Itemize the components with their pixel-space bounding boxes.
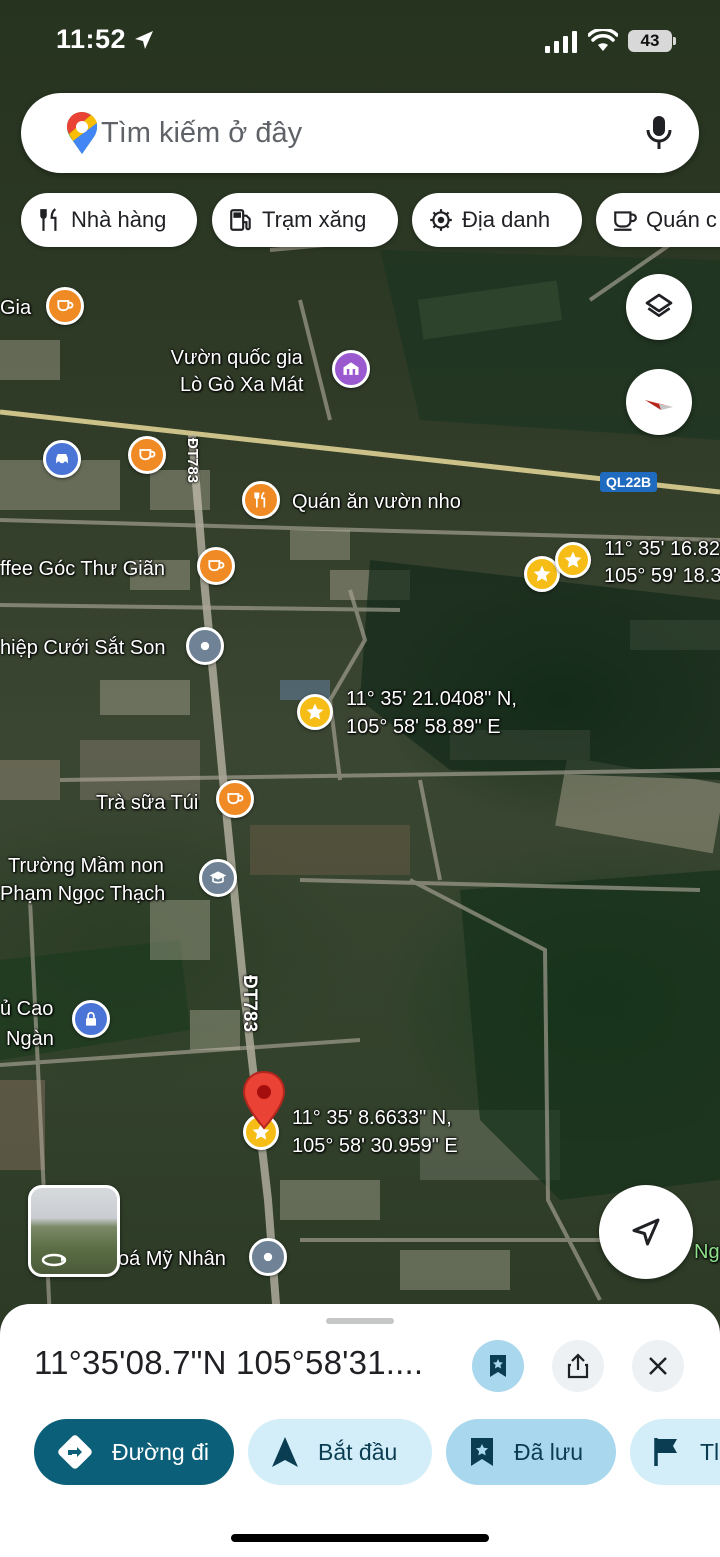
pin-main-lat: 11° 35' 8.6633" N,	[292, 1107, 452, 1129]
left-place-line2: Ngàn	[6, 1028, 54, 1050]
battery-cap	[673, 37, 676, 45]
layers-button[interactable]	[626, 274, 692, 340]
school-name-line1: Trường Mầm non	[8, 855, 164, 877]
label-button[interactable]: Tl	[630, 1419, 720, 1485]
microphone-icon[interactable]	[645, 114, 673, 152]
place-bottom-sheet[interactable]: 11°35'08.7"N 105°58'31.... Đường đi Bắt …	[0, 1304, 720, 1557]
coffee-icon[interactable]	[197, 547, 235, 585]
home-indicator	[231, 1534, 489, 1542]
pin-mid-lng: 105° 58' 58.89" E	[346, 716, 501, 738]
car-service-icon[interactable]	[43, 440, 81, 478]
layers-icon	[645, 293, 673, 317]
school-name-line2: Phạm Ngọc Thạch	[0, 883, 166, 905]
navigation-arrow-icon	[632, 1218, 660, 1246]
chip-label: Trạm xăng	[262, 207, 367, 232]
clock: 11:52	[56, 24, 127, 54]
restaurant-icon[interactable]	[242, 481, 280, 519]
close-button[interactable]	[632, 1340, 684, 1392]
chip-label: Địa danh	[462, 207, 551, 232]
rotate-360-icon	[41, 1253, 67, 1267]
chip-gas-stations[interactable]: Trạm xăng	[212, 193, 398, 247]
chip-label: Nhà hàng	[71, 207, 167, 232]
place-label-school[interactable]: Trường Mầm non Phạm Ngọc Thạch	[0, 852, 165, 908]
school-icon[interactable]	[199, 859, 237, 897]
chip-coffee[interactable]: Quán c	[596, 193, 720, 247]
left-place-line1: ủ Cao	[0, 998, 54, 1020]
place-label-restaurant[interactable]: Quán ăn vườn nho	[292, 490, 461, 514]
coffee-icon[interactable]	[128, 436, 166, 474]
wifi-icon	[588, 29, 618, 51]
saved-star-icon[interactable]	[555, 542, 591, 578]
pin-mid-lat: 11° 35' 21.0408" N,	[346, 688, 517, 710]
start-label: Bắt đầu	[318, 1438, 398, 1465]
close-icon	[649, 1357, 667, 1375]
location-dot-icon[interactable]	[249, 1238, 287, 1276]
compass-button[interactable]	[626, 369, 692, 435]
coffee-icon[interactable]	[216, 780, 254, 818]
status-bar: 11:52 43	[0, 0, 720, 80]
label-more-label: Tl	[700, 1438, 720, 1465]
dropped-pin-icon[interactable]	[241, 1070, 287, 1132]
place-label-bottom[interactable]: oá Mỹ Nhân	[118, 1247, 226, 1271]
coordinates-title: 11°35'08.7"N 105°58'31....	[34, 1344, 424, 1381]
place-label-gia[interactable]: Gia	[0, 296, 31, 320]
my-location-button[interactable]	[599, 1185, 693, 1279]
directions-label: Đường đi	[112, 1438, 209, 1465]
place-label-park[interactable]: Vườn quốc gia Lò Gò Xa Mát	[170, 345, 304, 399]
place-label-edge-right: Ng	[694, 1241, 720, 1263]
saved-bookmark-button[interactable]	[472, 1340, 524, 1392]
bookmark-icon	[471, 1438, 493, 1466]
road-shield-ql22b: QL22B	[600, 472, 658, 492]
landmark-icon	[430, 209, 452, 231]
drag-handle[interactable]	[326, 1318, 394, 1324]
saved-pin-main-label[interactable]: 11° 35' 8.6633" N, 105° 58' 30.959" E	[292, 1104, 458, 1160]
bookmark-icon	[490, 1355, 506, 1377]
flag-icon	[654, 1438, 677, 1466]
location-dot-icon[interactable]	[186, 627, 224, 665]
signal-icon	[545, 31, 577, 53]
saved-label: Đã lưu	[514, 1438, 584, 1465]
park-name-line2: Lò Gò Xa Mát	[180, 374, 304, 396]
maps-logo-icon	[67, 112, 97, 154]
pin-right-lat: 11° 35' 16.82	[604, 538, 720, 560]
saved-star-icon[interactable]	[297, 694, 333, 730]
place-label-coffee[interactable]: ffee Góc Thư Giãn	[0, 557, 165, 581]
road-label-dt783-south: ĐT783	[239, 975, 260, 1033]
place-label-wedding[interactable]: hiệp Cưới Sắt Son	[0, 636, 165, 660]
street-view-thumbnail[interactable]	[28, 1185, 120, 1277]
compass-icon	[645, 400, 673, 410]
share-icon	[567, 1353, 589, 1379]
pin-right-lng: 105° 59' 18.3	[604, 565, 720, 587]
battery-icon: 43	[628, 30, 672, 52]
chip-landmarks[interactable]: Địa danh	[412, 193, 582, 247]
restaurant-icon	[40, 208, 57, 231]
directions-icon	[58, 1435, 92, 1469]
chip-label: Quán c	[646, 207, 717, 232]
place-label-milk-tea[interactable]: Trà sữa Túi	[96, 791, 198, 815]
location-arrow-icon	[135, 31, 153, 49]
coffee-icon[interactable]	[46, 287, 84, 325]
saved-pin-mid-label[interactable]: 11° 35' 21.0408" N, 105° 58' 58.89" E	[346, 685, 517, 741]
pin-main-lng: 105° 58' 30.959" E	[292, 1135, 458, 1157]
gas-station-icon	[230, 209, 251, 231]
directions-button[interactable]: Đường đi	[34, 1419, 234, 1485]
park-icon[interactable]	[332, 350, 370, 388]
saved-pin-right-label[interactable]: 11° 35' 16.82 105° 59' 18.3	[604, 536, 720, 590]
lock-icon[interactable]	[72, 1000, 110, 1038]
chip-restaurants[interactable]: Nhà hàng	[21, 193, 197, 247]
share-button[interactable]	[552, 1340, 604, 1392]
place-label-left[interactable]: ủ Cao Ngàn	[0, 994, 54, 1054]
search-bar[interactable]: Tìm kiếm ở đây	[21, 93, 699, 173]
coffee-icon	[614, 211, 637, 231]
start-button[interactable]: Bắt đầu	[248, 1419, 432, 1485]
search-input[interactable]: Tìm kiếm ở đây	[101, 117, 302, 150]
park-name-line1: Vườn quốc gia	[170, 347, 303, 369]
saved-button[interactable]: Đã lưu	[446, 1419, 616, 1485]
navigation-icon	[272, 1437, 298, 1467]
road-label-dt783-north: ĐT783	[184, 438, 201, 484]
